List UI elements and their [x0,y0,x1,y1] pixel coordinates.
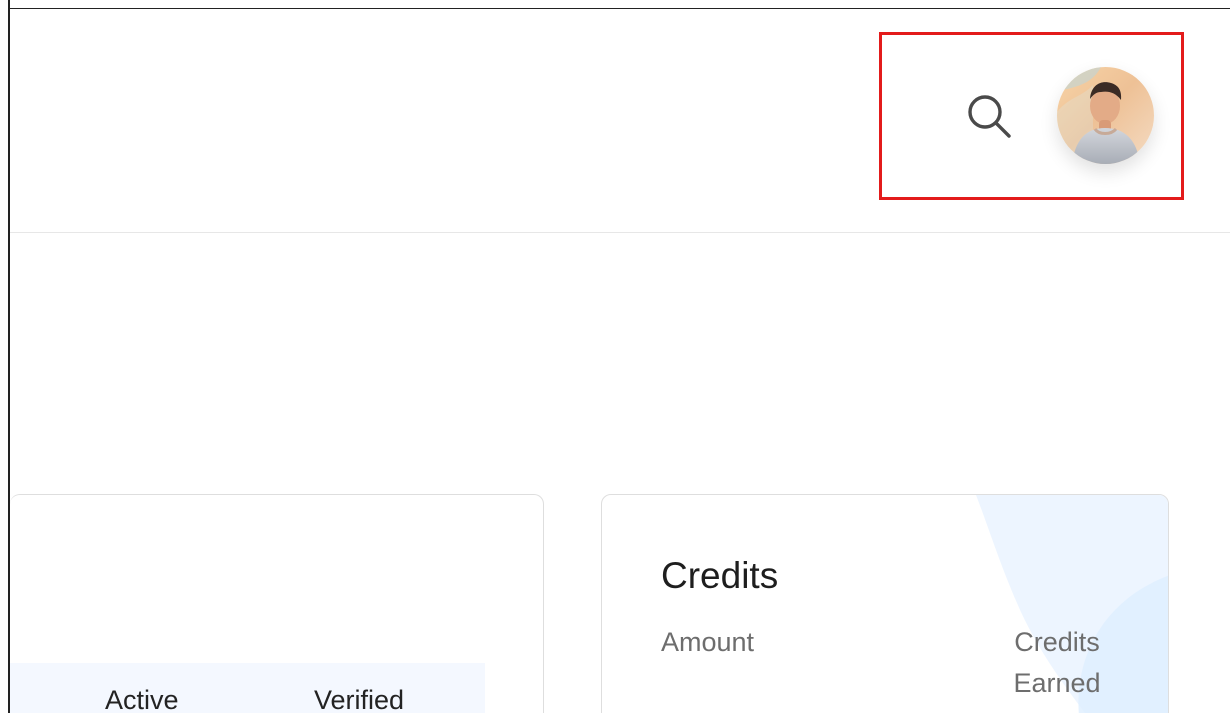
search-icon [968,95,1011,138]
table-header-active: Active [105,685,179,713]
app-screen: Active Verified Credits Amount Credits E… [0,0,1230,713]
data-table-card: Active Verified [10,494,544,713]
search-button[interactable] [961,89,1015,143]
table-header-verified: Verified [314,685,405,713]
credits-card: Credits Amount Credits Earned [601,494,1169,713]
credits-earned-column-label: Credits Earned [1013,627,1101,699]
amount-column-label: Amount [661,627,755,657]
header-divider [10,232,1230,233]
page-top-edge [8,8,1230,9]
table-header-row: Active Verified [10,663,485,713]
credits-title: Credits [661,555,779,596]
user-avatar[interactable] [1057,67,1154,164]
